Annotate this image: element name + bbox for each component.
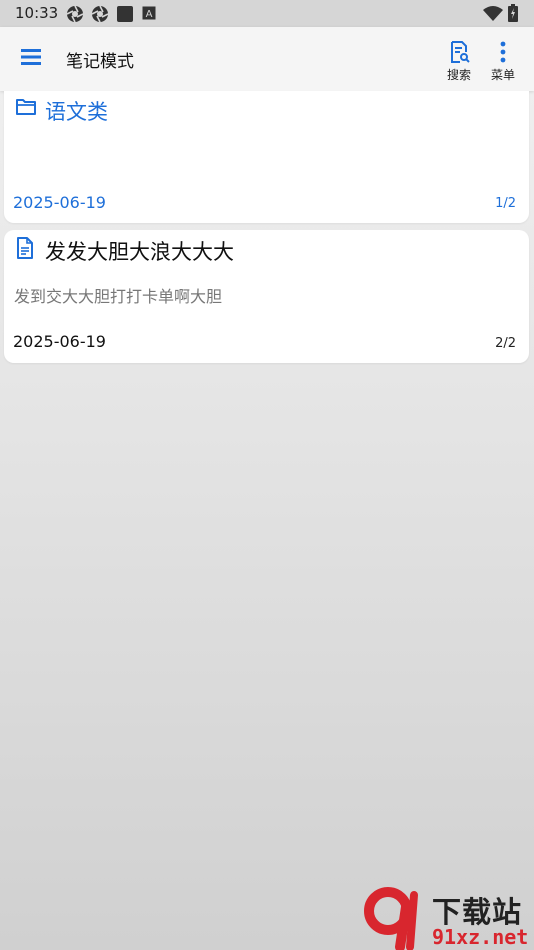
watermark: 下载站 91xz.net <box>362 887 534 950</box>
folder-card[interactable]: 语文类 2025-06-19 1/2 <box>4 91 529 223</box>
menu-button[interactable]: 菜单 <box>481 37 525 85</box>
note-page-indicator: 2/2 <box>495 336 516 351</box>
document-icon <box>15 237 35 263</box>
search-note-icon <box>451 41 470 63</box>
battery-icon <box>508 4 518 26</box>
app-bar: 笔记模式 搜索 菜单 <box>0 27 534 91</box>
search-label: 搜索 <box>446 68 471 82</box>
folder-date: 2025-06-19 <box>13 193 106 212</box>
wifi-icon <box>483 5 503 25</box>
keyboard-a-icon: A <box>142 6 156 24</box>
folder-title: 语文类 <box>45 100 108 124</box>
search-button[interactable]: 搜索 <box>437 37 481 85</box>
watermark-logo-icon <box>364 887 418 950</box>
sync-icon <box>66 5 84 27</box>
more-vertical-icon <box>500 41 506 63</box>
note-title: 发发大胆大浪大大大 <box>45 240 234 264</box>
note-card[interactable]: 发发大胆大浪大大大 发到交大大胆打打卡单啊大胆 2025-06-19 2/2 <box>4 230 529 363</box>
folder-page-indicator: 1/2 <box>495 196 516 211</box>
watermark-text-bottom: 91xz.net <box>432 925 529 949</box>
menu-label: 菜单 <box>490 68 515 82</box>
hamburger-icon <box>21 49 41 65</box>
page-title: 笔记模式 <box>66 52 134 72</box>
hamburger-menu-button[interactable] <box>19 47 47 71</box>
svg-text:A: A <box>146 9 153 20</box>
note-preview: 发到交大大胆打打卡单啊大胆 <box>14 287 223 306</box>
square-icon <box>116 5 134 27</box>
status-time: 10:33 <box>15 4 59 22</box>
folder-icon <box>15 97 37 121</box>
note-date: 2025-06-19 <box>13 332 106 351</box>
sync-icon <box>91 5 109 27</box>
status-bar: 10:33 A <box>0 0 534 27</box>
